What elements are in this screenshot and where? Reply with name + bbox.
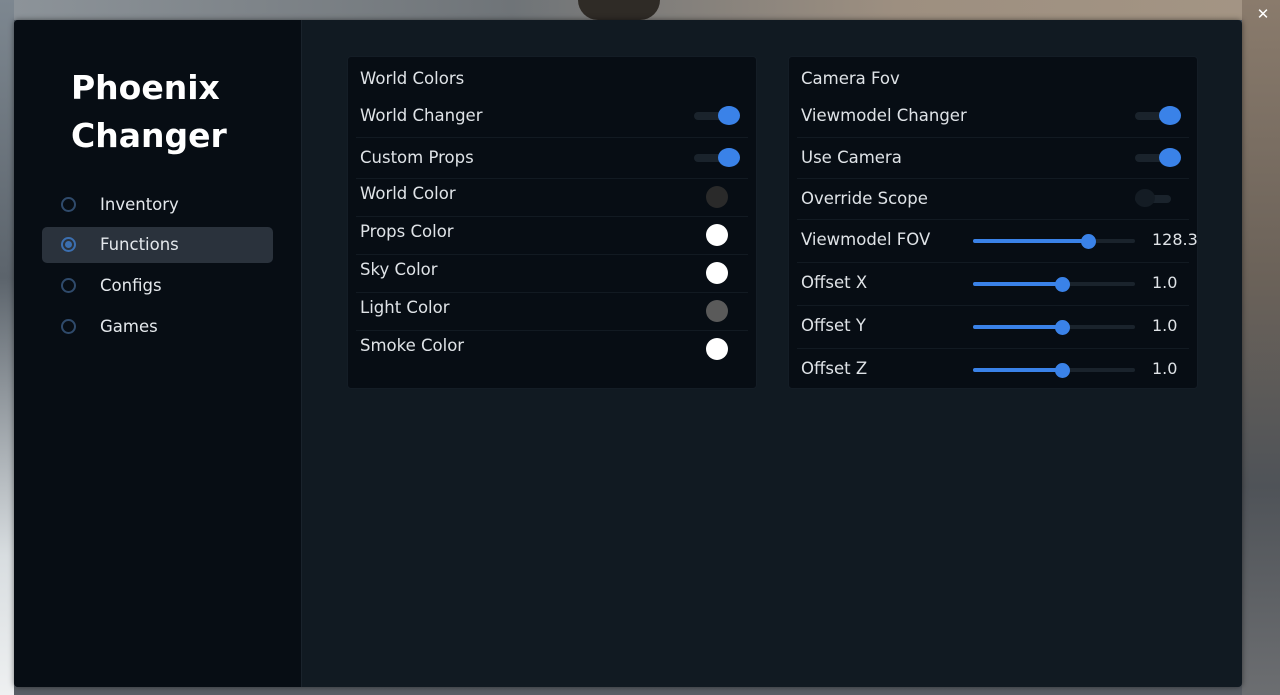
world-color-swatch[interactable] <box>706 186 728 208</box>
setting-label: World Changer <box>360 106 483 125</box>
setting-label: Custom Props <box>360 148 474 167</box>
sidebar-item-inventory[interactable]: Inventory <box>42 186 273 222</box>
sidebar-item-label: Inventory <box>100 194 179 214</box>
setting-label: Viewmodel Changer <box>801 106 967 125</box>
setting-row: Props Color <box>356 217 748 255</box>
background-figure <box>578 0 660 20</box>
background-left <box>0 0 14 695</box>
main-window: Phoenix Changer Inventory Functions Conf… <box>14 20 1242 687</box>
panel-title: Camera Fov <box>801 69 900 88</box>
props-color-swatch[interactable] <box>706 224 728 246</box>
slider-value: 128.3 <box>1152 230 1198 249</box>
setting-row: Viewmodel FOV 128.3 <box>797 220 1198 263</box>
radio-selected-icon <box>61 237 76 253</box>
world-changer-toggle[interactable] <box>694 106 740 125</box>
viewmodel-fov-slider[interactable] <box>973 232 1135 250</box>
setting-label: Props Color <box>360 222 454 241</box>
setting-label: Offset X <box>801 273 868 292</box>
setting-row: Offset Z 1.0 <box>797 349 1189 389</box>
slider-value: 1.0 <box>1152 273 1178 292</box>
setting-row: Viewmodel Changer <box>797 101 1189 138</box>
setting-label: World Color <box>360 184 456 203</box>
setting-row: World Color <box>356 179 748 217</box>
sky-color-swatch[interactable] <box>706 262 728 284</box>
setting-row: Light Color <box>356 293 748 331</box>
setting-label: Override Scope <box>801 189 928 208</box>
offset-y-slider[interactable] <box>973 318 1135 336</box>
app-title: Phoenix Changer <box>71 64 271 160</box>
setting-row: Sky Color <box>356 255 748 293</box>
setting-row: Smoke Color <box>356 331 748 368</box>
smoke-color-swatch[interactable] <box>706 338 728 360</box>
viewmodel-changer-toggle[interactable] <box>1135 106 1181 125</box>
slider-value: 1.0 <box>1152 316 1178 335</box>
setting-label: Smoke Color <box>360 336 465 355</box>
sidebar-item-functions[interactable]: Functions <box>42 226 273 263</box>
setting-label: Sky Color <box>360 260 438 279</box>
offset-z-slider[interactable] <box>973 361 1135 379</box>
setting-label: Use Camera <box>801 148 902 167</box>
radio-icon <box>61 318 76 334</box>
radio-icon <box>61 277 76 293</box>
setting-label: Offset Y <box>801 316 866 335</box>
sidebar-item-games[interactable]: Games <box>42 308 273 344</box>
radio-icon <box>61 196 76 212</box>
override-scope-toggle[interactable] <box>1135 189 1179 207</box>
sidebar-item-label: Games <box>100 316 158 336</box>
setting-row: Offset Y 1.0 <box>797 306 1189 349</box>
light-color-swatch[interactable] <box>706 300 728 322</box>
app-title-line1: Phoenix <box>71 68 220 107</box>
background-right <box>1242 0 1280 695</box>
sidebar-item-label: Functions <box>100 235 179 255</box>
offset-x-slider[interactable] <box>973 275 1135 293</box>
sidebar-item-label: Configs <box>100 275 162 295</box>
setting-label: Light Color <box>360 298 450 317</box>
setting-row: Custom Props <box>356 138 748 179</box>
sidebar-nav: Inventory Functions Configs Games <box>42 186 273 349</box>
use-camera-toggle[interactable] <box>1135 148 1181 167</box>
setting-row: Override Scope <box>797 179 1189 220</box>
close-icon[interactable]: ✕ <box>1254 4 1272 24</box>
custom-props-toggle[interactable] <box>694 148 740 167</box>
panel-title: World Colors <box>360 69 465 88</box>
sidebar: Phoenix Changer Inventory Functions Conf… <box>14 20 302 687</box>
sidebar-item-configs[interactable]: Configs <box>42 267 273 303</box>
world-colors-panel: World Colors World Changer Custom Props … <box>347 56 757 389</box>
setting-row: World Changer <box>356 101 748 138</box>
setting-label: Viewmodel FOV <box>801 230 931 249</box>
setting-row: Offset X 1.0 <box>797 263 1189 306</box>
setting-row: Use Camera <box>797 138 1189 179</box>
app-title-line2: Changer <box>71 116 227 155</box>
camera-fov-panel: Camera Fov Viewmodel Changer Use Camera … <box>788 56 1198 389</box>
slider-value: 1.0 <box>1152 359 1178 378</box>
setting-label: Offset Z <box>801 359 868 378</box>
